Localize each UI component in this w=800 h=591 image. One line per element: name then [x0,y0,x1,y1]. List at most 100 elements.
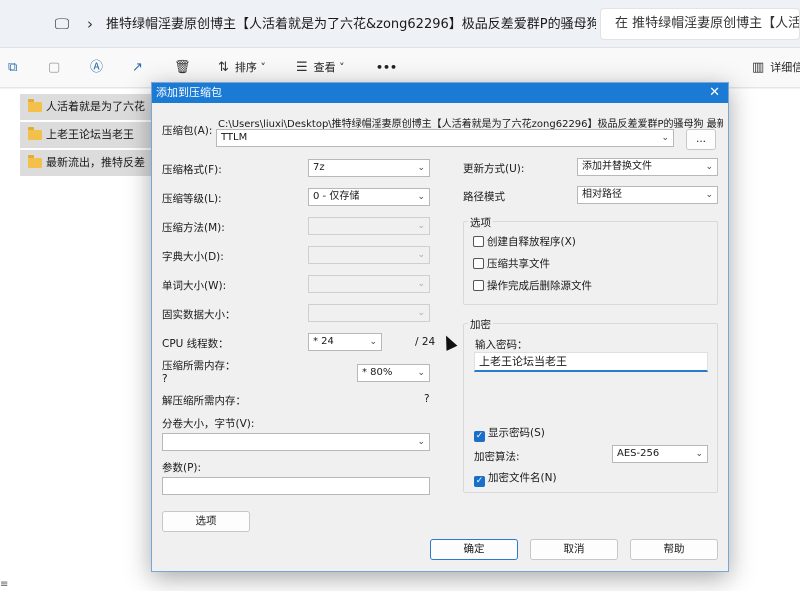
encryption-group-title: 加密 [468,317,493,332]
status-icon: ≡ [0,579,9,590]
details-label: 详细信 [770,61,800,74]
path-label: 路径模式 [463,191,505,203]
checkbox-box [473,280,484,291]
format-label: 压缩格式(F): [162,164,222,176]
folder-icon [28,99,42,112]
cancel-button[interactable]: 取消 [530,539,618,560]
archive-name-input[interactable]: TTLM ⌄ [216,129,674,147]
params-label: 参数(P): [162,462,202,474]
ok-button[interactable]: 确定 [430,539,518,560]
chevron-right-icon[interactable]: › [80,14,100,34]
delete-checkbox[interactable]: 操作完成后删除源文件 [473,280,592,293]
archive-label: 压缩包(A): [162,125,213,137]
file-name: 人活着就是为了六花 [46,100,145,113]
explorer-header: 🖵 › 推特绿帽淫妻原创博主【人活着就是为了六花&zong62296】极品反差爱… [0,0,800,48]
share-icon[interactable]: ↗ [132,58,149,78]
chevron-down-icon: ⌄ [417,163,425,173]
split-select[interactable]: ⌄ [162,433,430,451]
paste-icon[interactable]: ▢ [48,58,66,78]
options-group-title: 选项 [468,215,493,230]
word-label: 单词大小(W): [162,280,227,292]
sfx-checkbox[interactable]: 创建自释放程序(X) [473,236,576,249]
list-item[interactable]: 上老王论坛当老王 [20,122,160,148]
chevron-down-icon: ⌄ [417,308,425,318]
dict-select: ⌄ [308,246,430,264]
delete-label: 操作完成后删除源文件 [487,280,592,292]
cpu-value: * 24 [313,336,334,347]
sort-label: 排序 [234,61,257,74]
shared-checkbox[interactable]: 压缩共享文件 [473,258,550,271]
monitor-icon[interactable]: 🖵 [52,14,72,34]
list-item[interactable]: 最新流出，推特反差 [20,150,160,176]
password-label: 输入密码： [475,339,528,351]
solid-label: 固实数据大小： [162,309,236,321]
cpu-label: CPU 线程数： [162,338,229,350]
close-icon[interactable]: ✕ [709,83,720,103]
delete-icon[interactable]: 🗑 [174,58,197,78]
view-label: 查看 [313,61,336,74]
mem-label: 压缩所需内存： [162,360,236,372]
copy-icon[interactable]: ⧉ [8,58,23,78]
password-input[interactable]: 上老王论坛当老王 [474,352,708,372]
more-button[interactable]: ••• [376,58,397,78]
algo-select[interactable]: AES-256 ⌄ [612,445,708,463]
search-input[interactable]: 在 推特绿帽淫妻原创博主【人活 [600,8,800,40]
word-select: ⌄ [308,275,430,293]
chevron-down-icon: ⌄ [417,221,425,231]
algo-value: AES-256 [617,448,660,459]
browse-button[interactable]: ... [686,129,716,150]
mem-value: * 80% [362,367,393,378]
shared-label: 压缩共享文件 [487,258,550,270]
archive-path: C:\Users\liuxi\Desktop\推特绿帽淫妻原创博主【人活着就是为… [218,119,723,130]
options-group: 选项 创建自释放程序(X) 压缩共享文件 操作完成后删除源文件 [463,215,718,305]
method-label: 压缩方法(M): [162,222,225,234]
archive-name-value: TTLM [221,132,248,143]
dialog-titlebar: 添加到压缩包 ✕ [152,83,728,103]
chevron-down-icon: ⌄ [705,190,713,200]
dialog-title: 添加到压缩包 [156,86,222,99]
params-input[interactable] [162,477,430,495]
split-label: 分卷大小，字节(V): [162,418,255,430]
mem-select[interactable]: * 80% ⌄ [357,364,430,382]
list-item[interactable]: 人活着就是为了六花 [20,94,160,120]
demem-value: ? [424,393,430,405]
folder-icon [28,127,42,140]
file-name: 最新流出，推特反差 [46,156,145,169]
path-select[interactable]: 相对路径 ⌄ [577,186,718,204]
chevron-down-icon: ⌄ [417,192,425,202]
checkbox-box [473,236,484,247]
details-button[interactable]: ▥ 详细信 [752,58,800,78]
sort-icon: ⇅ [218,60,229,75]
dict-label: 字典大小(D): [162,251,224,263]
encrypt-names-checkbox[interactable]: ✓ 加密文件名(N) [474,472,557,487]
algo-label: 加密算法: [474,451,520,463]
level-label: 压缩等级(L): [162,193,222,205]
mem-sub: ? [162,373,168,385]
chevron-down-icon: ⌄ [417,279,425,289]
path-value: 相对路径 [582,189,622,200]
rename-icon[interactable]: Ⓐ [90,58,109,78]
view-button[interactable]: ☰ 查看 ˅ [296,58,345,78]
solid-select: ⌄ [308,304,430,322]
encrypt-names-label: 加密文件名(N) [488,472,557,484]
address-bar[interactable]: 推特绿帽淫妻原创博主【人活着就是为了六花&zong62296】极品反差爱群P的骚… [106,13,596,37]
show-password-checkbox[interactable]: ✓ 显示密码(S) [474,427,545,442]
method-select: ⌄ [308,217,430,235]
sort-button[interactable]: ⇅ 排序 ˅ [218,58,266,78]
cpu-select[interactable]: * 24 ⌄ [308,333,382,351]
demem-label: 解压缩所需内存： [162,395,246,407]
level-select[interactable]: 0 - 仅存储 ⌄ [308,188,430,206]
view-icon: ☰ [296,60,308,75]
cpu-total: / 24 [415,336,436,348]
update-select[interactable]: 添加并替换文件 ⌄ [577,158,718,176]
chevron-down-icon: ⌄ [417,250,425,260]
folder-icon [28,155,42,168]
options-button[interactable]: 选项 [162,511,250,532]
help-button[interactable]: 帮助 [630,539,718,560]
check-icon: ✓ [474,476,485,487]
add-to-archive-dialog: 添加到压缩包 ✕ 压缩包(A): C:\Users\liuxi\Desktop\… [151,82,729,572]
format-select[interactable]: 7z ⌄ [308,159,430,177]
chevron-down-icon: ⌄ [705,162,713,172]
chevron-down-icon: ⌄ [417,437,425,447]
chevron-down-icon: ⌄ [695,449,703,459]
